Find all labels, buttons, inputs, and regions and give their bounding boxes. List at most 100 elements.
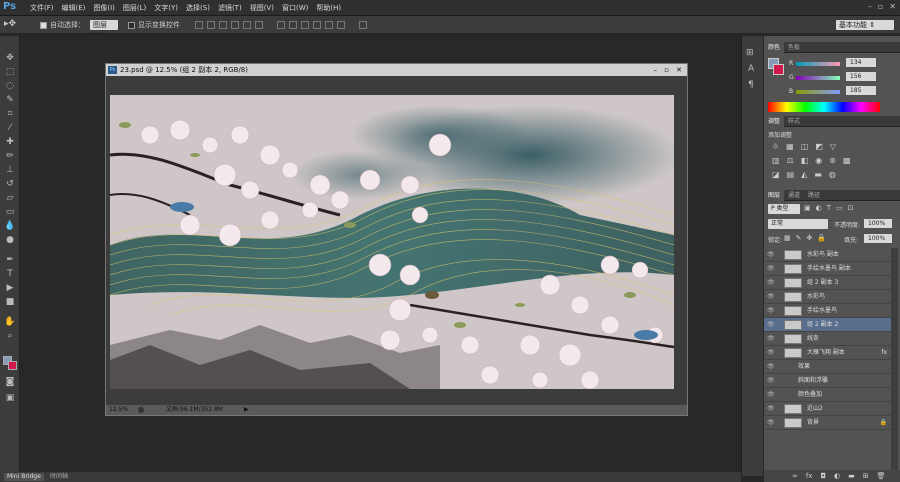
tab-color[interactable]: 颜色 <box>764 42 785 53</box>
layer-kind-filter[interactable]: P 类型 <box>768 204 800 214</box>
menu-item[interactable]: 视图(V) <box>246 3 278 13</box>
fill-value[interactable]: 100% <box>864 234 892 243</box>
color-lookup-icon[interactable]: ▩ <box>843 156 851 165</box>
layer-row[interactable]: 👁 手绘水墨鸟 <box>764 304 891 318</box>
visibility-eye-icon[interactable]: 👁 <box>767 388 775 402</box>
menu-item[interactable]: 图层(L) <box>119 3 150 13</box>
tab-styles[interactable]: 样式 <box>784 116 804 127</box>
close-icon[interactable]: ✕ <box>889 2 896 11</box>
tab-channels[interactable]: 通道 <box>784 190 804 201</box>
visibility-eye-icon[interactable]: 👁 <box>767 360 775 374</box>
brightness-icon[interactable]: ☼ <box>772 142 779 151</box>
layers-scrollbar[interactable] <box>891 248 898 470</box>
vibrance-icon[interactable]: ▽ <box>830 142 836 151</box>
layer-row[interactable]: 👁 手绘水墨鸟 副本 <box>764 262 891 276</box>
timeline-tab[interactable]: 时间轴 <box>50 473 68 481</box>
gradient-map-icon[interactable]: ▬ <box>814 170 822 179</box>
tab-paths[interactable]: 路径 <box>804 190 824 201</box>
distribute-right-icon[interactable] <box>337 21 345 29</box>
menu-item[interactable]: 图像(I) <box>89 3 119 13</box>
layer-row[interactable]: 👁 组 2 副本 2 <box>764 318 891 332</box>
filter-pixel-icon[interactable]: ▣ <box>804 204 811 212</box>
distribute-top-icon[interactable] <box>277 21 285 29</box>
distribute-vcenter-icon[interactable] <box>289 21 297 29</box>
character-panel-icon[interactable]: A <box>748 64 754 74</box>
channel-mixer-icon[interactable]: ⊛ <box>829 156 836 165</box>
visibility-eye-icon[interactable]: 👁 <box>767 318 775 332</box>
layer-style-icon[interactable]: fx <box>806 470 813 482</box>
paragraph-panel-icon[interactable]: ¶ <box>748 80 754 90</box>
visibility-eye-icon[interactable]: 👁 <box>767 248 775 262</box>
black-white-icon[interactable]: ◧ <box>801 156 809 165</box>
threshold-icon[interactable]: ◭ <box>801 170 807 179</box>
history-panel-icon[interactable]: ⊞ <box>746 48 754 58</box>
stamp-tool-icon[interactable]: ⊥ <box>4 164 16 176</box>
curves-icon[interactable]: ◫ <box>801 142 809 151</box>
move-tool-icon[interactable]: ▸✥ <box>4 19 16 29</box>
visibility-eye-icon[interactable]: 👁 <box>767 374 775 388</box>
photo-filter-icon[interactable]: ◉ <box>815 156 822 165</box>
blur-tool-icon[interactable]: 💧 <box>4 220 16 232</box>
layer-row[interactable]: 👁 背景 🔒 <box>764 416 891 430</box>
gradient-tool-icon[interactable]: ▭ <box>4 206 16 218</box>
shape-tool-icon[interactable]: ■ <box>4 296 16 308</box>
crop-tool-icon[interactable]: ⌗ <box>4 108 16 120</box>
brush-tool-icon[interactable]: ✏ <box>4 150 16 162</box>
tab-swatches[interactable]: 色板 <box>784 42 804 53</box>
posterize-icon[interactable]: ▤ <box>787 170 795 179</box>
align-top-icon[interactable] <box>195 21 203 29</box>
doc-close-icon[interactable]: ✕ <box>676 64 682 76</box>
layer-row[interactable]: 👁 线条 <box>764 332 891 346</box>
blue-slider[interactable] <box>796 90 840 94</box>
distribute-left-icon[interactable] <box>313 21 321 29</box>
healing-tool-icon[interactable]: ✚ <box>4 136 16 148</box>
visibility-eye-icon[interactable]: 👁 <box>767 416 775 430</box>
layer-row[interactable]: 👁 水彩鸟 <box>764 290 891 304</box>
align-vcenter-icon[interactable] <box>207 21 215 29</box>
zoom-tool-icon[interactable]: ⌕ <box>4 330 16 342</box>
tab-layers[interactable]: 图层 <box>764 190 785 201</box>
background-color-swatch[interactable] <box>8 361 17 370</box>
lock-position-icon[interactable]: ✥ <box>807 234 813 242</box>
layer-row[interactable]: 👁 近山2 <box>764 402 891 416</box>
menu-item[interactable]: 选择(S) <box>182 3 214 13</box>
red-value[interactable]: 134 <box>846 58 876 67</box>
quick-select-tool-icon[interactable]: ✎ <box>4 94 16 106</box>
exposure-icon[interactable]: ◩ <box>815 142 823 151</box>
document-title-bar[interactable]: Ps 23.psd @ 12.5% (组 2 副本 2, RGB/8) – ▫ … <box>106 64 687 76</box>
menu-item[interactable]: 文件(F) <box>26 3 58 13</box>
add-mask-icon[interactable]: ◘ <box>820 470 826 482</box>
blue-value[interactable]: 185 <box>846 86 876 95</box>
history-brush-icon[interactable]: ↺ <box>4 178 16 190</box>
doc-maximize-icon[interactable]: ▫ <box>664 64 669 76</box>
menu-item[interactable]: 窗口(W) <box>278 3 312 13</box>
green-slider[interactable] <box>796 76 840 80</box>
blend-mode-select[interactable]: 正常 <box>768 219 828 229</box>
lock-transparent-icon[interactable]: ▦ <box>784 234 791 242</box>
auto-select-target-select[interactable]: 图层 ⇕ <box>90 20 118 39</box>
menu-item[interactable]: 文字(Y) <box>150 3 182 13</box>
red-slider[interactable] <box>796 62 840 66</box>
invert-icon[interactable]: ◪ <box>772 170 780 179</box>
visibility-eye-icon[interactable]: 👁 <box>767 304 775 318</box>
pen-tool-icon[interactable]: ✒ <box>4 254 16 266</box>
doc-minimize-icon[interactable]: – <box>654 64 658 76</box>
layer-row[interactable]: 👁 组 2 副本 3 <box>764 276 891 290</box>
layer-row[interactable]: 👁 大雁飞翔 副本 fx <box>764 346 891 360</box>
minimize-icon[interactable]: – <box>868 2 872 11</box>
new-layer-icon[interactable]: ⊞ <box>863 470 869 482</box>
path-select-tool-icon[interactable]: ▶ <box>4 282 16 294</box>
status-menu-arrow-icon[interactable]: ▶ <box>244 405 249 415</box>
mini-bridge-tab[interactable]: Mini Bridge <box>4 473 44 481</box>
menu-item[interactable]: 滤镜(T) <box>214 3 246 13</box>
filter-type-icon[interactable]: T <box>827 204 831 212</box>
screen-mode-icon[interactable]: ▣ <box>4 392 16 404</box>
align-right-icon[interactable] <box>255 21 263 29</box>
lasso-tool-icon[interactable]: ◌ <box>4 80 16 92</box>
layer-effect-item[interactable]: 👁 斜面和浮雕 <box>764 374 891 388</box>
delete-layer-icon[interactable]: 🗑 <box>877 470 886 482</box>
panel-background-swatch[interactable] <box>773 64 784 75</box>
color-spectrum[interactable] <box>768 102 880 112</box>
distribute-bottom-icon[interactable] <box>301 21 309 29</box>
green-value[interactable]: 156 <box>846 72 876 81</box>
